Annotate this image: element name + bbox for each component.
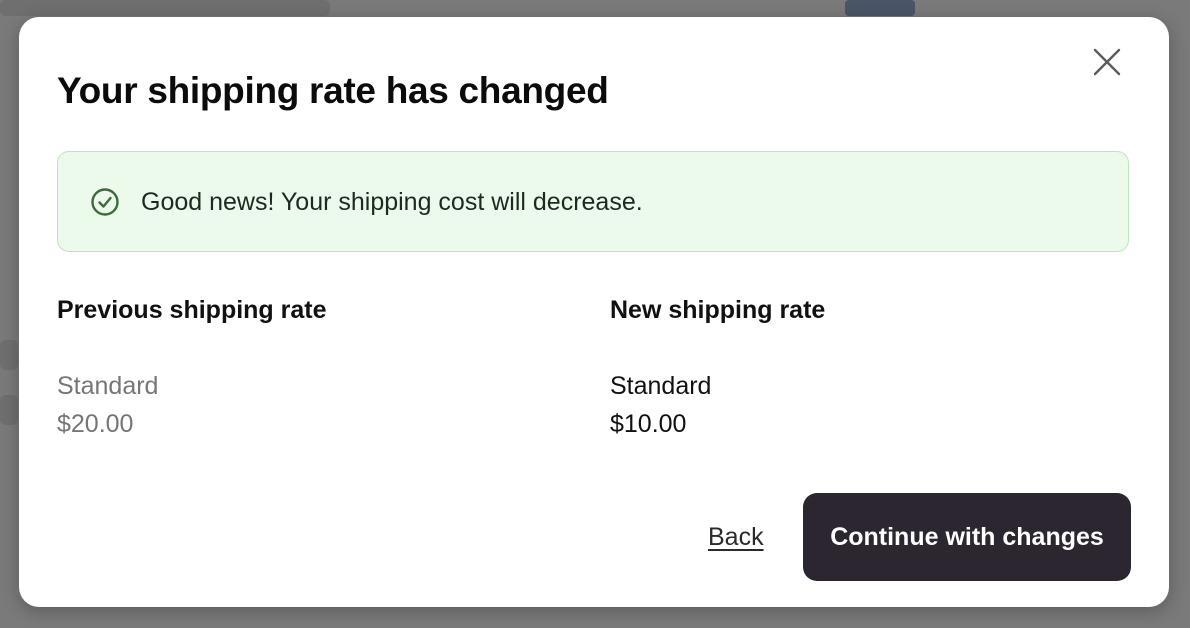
back-link[interactable]: Back	[708, 522, 764, 552]
alert-message: Good news! Your shipping cost will decre…	[141, 188, 643, 216]
previous-rate-price: $20.00	[57, 410, 134, 438]
backdrop-shape	[0, 395, 18, 425]
continue-with-changes-button[interactable]: Continue with changes	[803, 493, 1131, 581]
backdrop-shape	[0, 340, 18, 370]
new-rate-price: $10.00	[610, 410, 687, 438]
check-circle-icon	[91, 188, 119, 216]
dialog-title: Your shipping rate has changed	[57, 70, 609, 111]
previous-rate-method: Standard	[57, 372, 159, 400]
shipping-rate-dialog: Your shipping rate has changed Good news…	[19, 17, 1169, 607]
previous-rate-heading: Previous shipping rate	[57, 296, 327, 324]
backdrop-shape	[0, 0, 330, 16]
new-rate-heading: New shipping rate	[610, 296, 826, 324]
close-icon	[1093, 48, 1121, 76]
success-alert: Good news! Your shipping cost will decre…	[57, 151, 1129, 252]
new-rate-method: Standard	[610, 372, 712, 400]
backdrop-accent	[845, 0, 915, 16]
close-button[interactable]	[1088, 43, 1126, 81]
